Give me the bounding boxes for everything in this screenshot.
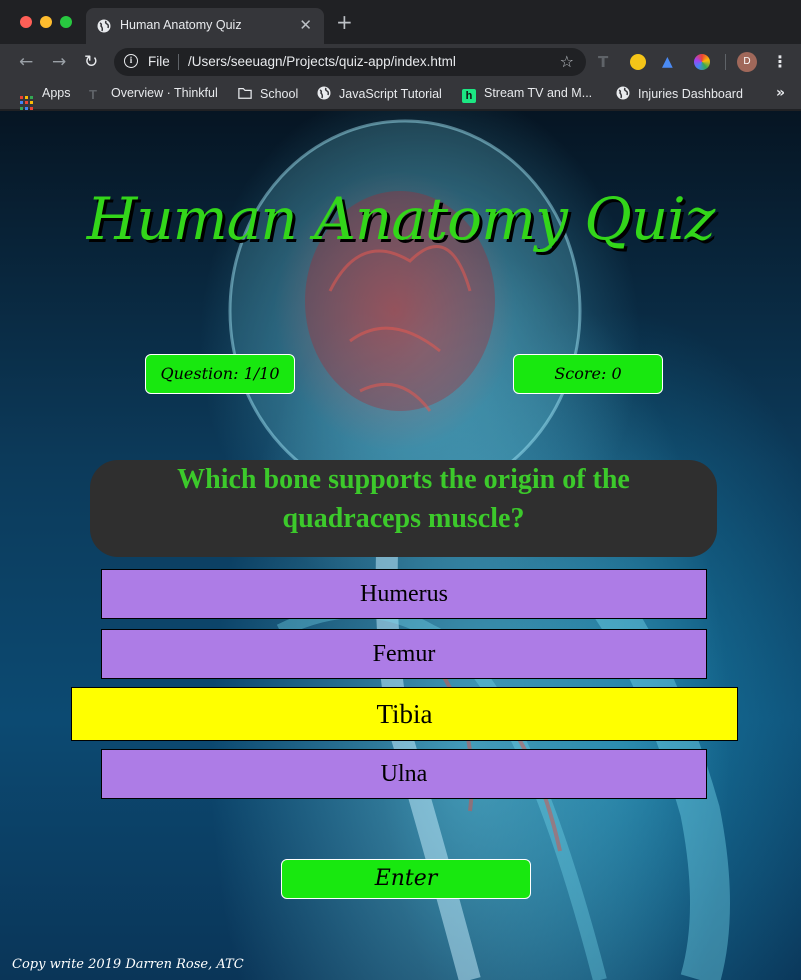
hulu-icon: h bbox=[462, 89, 476, 103]
copyright-footer: Copy write 2019 Darren Rose, ATC bbox=[12, 957, 244, 972]
extension-search-icon[interactable] bbox=[630, 54, 646, 70]
new-tab-button[interactable]: + bbox=[336, 12, 353, 32]
forward-icon[interactable]: → bbox=[52, 52, 66, 72]
address-bar[interactable]: i File /Users/seeuagn/Projects/quiz-app/… bbox=[114, 48, 586, 76]
bookmark-thinkful[interactable]: T Overview · Thinkful bbox=[89, 86, 218, 102]
enter-button[interactable]: Enter bbox=[281, 859, 531, 899]
toolbar-divider bbox=[725, 54, 726, 70]
answer-option-femur[interactable]: Femur bbox=[101, 629, 707, 679]
bookmarks-bar: Apps T Overview · Thinkful School JavaScr… bbox=[0, 80, 801, 110]
folder-icon bbox=[238, 88, 252, 99]
question-counter: Question: 1/10 bbox=[145, 354, 295, 394]
profile-avatar[interactable]: D bbox=[737, 52, 757, 72]
bookmark-label: JavaScript Tutorial bbox=[339, 87, 442, 101]
apps-grid-icon bbox=[20, 96, 34, 110]
quiz-title: Human Anatomy Quiz bbox=[86, 185, 716, 253]
maximize-window-button[interactable] bbox=[60, 16, 72, 28]
bookmark-label: Apps bbox=[42, 86, 71, 100]
globe-icon bbox=[97, 19, 111, 33]
omnibox-divider bbox=[178, 54, 179, 70]
bookmark-stream-tv[interactable]: h Stream TV and M... bbox=[462, 86, 592, 103]
bookmark-apps[interactable]: Apps bbox=[20, 86, 71, 110]
bookmarks-overflow-icon[interactable]: » bbox=[776, 85, 785, 101]
browser-tab[interactable]: Human Anatomy Quiz ✕ bbox=[86, 8, 324, 44]
bookmark-javascript-tutorial[interactable]: JavaScript Tutorial bbox=[317, 86, 442, 101]
score-display: Score: 0 bbox=[513, 354, 663, 394]
answer-option-humerus[interactable]: Humerus bbox=[101, 569, 707, 619]
bookmark-label: Overview · Thinkful bbox=[111, 86, 218, 100]
reload-icon[interactable]: ↻ bbox=[84, 52, 98, 72]
back-icon[interactable]: ← bbox=[19, 52, 33, 72]
extension-triangle-icon[interactable]: ▲ bbox=[662, 54, 678, 70]
question-panel: Which bone supports the origin of the qu… bbox=[90, 460, 717, 557]
scheme-label: File bbox=[148, 54, 170, 69]
extension-t-icon[interactable]: T bbox=[598, 54, 614, 70]
bookmark-star-icon[interactable]: ☆ bbox=[560, 52, 574, 71]
thinkful-icon: T bbox=[89, 87, 97, 102]
menu-icon[interactable]: ⋮ bbox=[772, 52, 788, 72]
close-tab-icon[interactable]: ✕ bbox=[299, 16, 312, 34]
bookmark-injuries-dashboard[interactable]: Injuries Dashboard bbox=[616, 86, 743, 101]
answer-option-tibia-selected[interactable]: Tibia bbox=[71, 687, 738, 741]
extension-colorwheel-icon[interactable] bbox=[694, 54, 710, 70]
close-window-button[interactable] bbox=[20, 16, 32, 28]
bookmark-label: Injuries Dashboard bbox=[638, 87, 743, 101]
answer-option-ulna[interactable]: Ulna bbox=[101, 749, 707, 799]
bookmark-label: School bbox=[260, 87, 299, 101]
globe-icon bbox=[616, 86, 630, 100]
browser-tab-bar: Human Anatomy Quiz ✕ + bbox=[0, 0, 801, 44]
bookmark-label: Stream TV and M... bbox=[484, 86, 593, 100]
globe-icon bbox=[317, 86, 331, 100]
page-viewport: Human Anatomy Quiz Question: 1/10 Score:… bbox=[0, 111, 801, 980]
question-text: Which bone supports the origin of the qu… bbox=[177, 464, 630, 534]
minimize-window-button[interactable] bbox=[40, 16, 52, 28]
url-text[interactable]: /Users/seeuagn/Projects/quiz-app/index.h… bbox=[188, 54, 456, 69]
info-icon[interactable]: i bbox=[124, 54, 138, 68]
tab-title: Human Anatomy Quiz bbox=[120, 18, 242, 32]
bookmark-school[interactable]: School bbox=[238, 86, 298, 101]
browser-toolbar: ← → ↻ i File /Users/seeuagn/Projects/qui… bbox=[0, 44, 801, 80]
